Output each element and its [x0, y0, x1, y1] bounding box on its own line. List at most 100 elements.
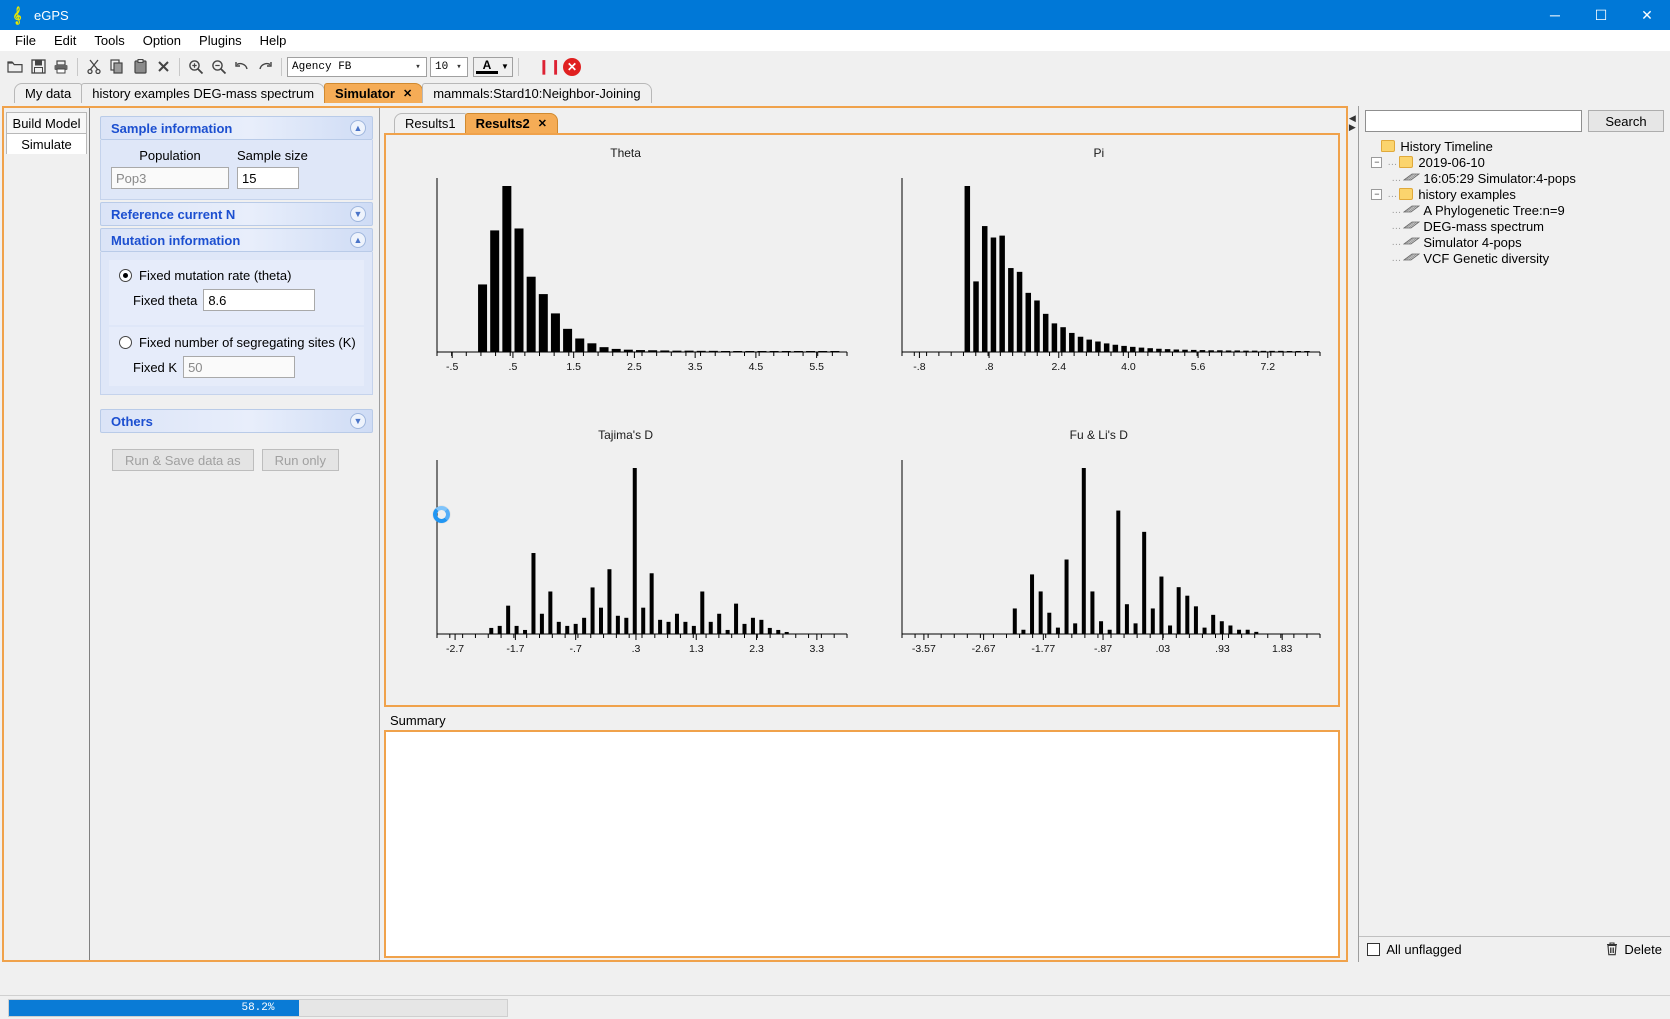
tree-label: 16:05:29 Simulator:4-pops: [1423, 170, 1576, 186]
chart-canvas-fu-li-d: -3.57 -2.67 -1.77 -.87 .03 .93 1.83: [901, 460, 1321, 655]
pause-button[interactable]: ❙❙: [538, 58, 561, 75]
run-only-button[interactable]: Run only: [261, 449, 339, 471]
section-header-sample-information[interactable]: Sample information ▲: [100, 116, 373, 140]
tree-label: A Phylogenetic Tree:n=9: [1423, 202, 1565, 218]
undo-icon[interactable]: [231, 56, 253, 78]
redo-icon[interactable]: [254, 56, 276, 78]
fixed-k-input[interactable]: 50: [183, 356, 296, 378]
menu-bar: File Edit Tools Option Plugins Help: [0, 30, 1670, 52]
collapse-toggle-icon[interactable]: −: [1371, 156, 1383, 168]
tab-simulator[interactable]: Simulator ✕: [324, 83, 424, 103]
font-color-button[interactable]: A ▼: [473, 56, 513, 77]
section-header-reference-current-n[interactable]: Reference current N ▼: [100, 202, 373, 226]
paste-icon[interactable]: [129, 56, 151, 78]
radio-icon[interactable]: [119, 269, 132, 282]
sidebar-item-simulate[interactable]: Simulate: [6, 133, 87, 154]
sample-size-input[interactable]: 15: [237, 167, 299, 189]
tree-label: DEG-mass spectrum: [1423, 218, 1545, 234]
tree-label: History Timeline: [1400, 138, 1493, 154]
tree-item-phylogenetic-tree[interactable]: … A Phylogenetic Tree:n=9: [1367, 202, 1670, 218]
cut-icon[interactable]: [83, 56, 105, 78]
tree-item-vcf-genetic-diversity[interactable]: … VCF Genetic diversity: [1367, 250, 1670, 266]
chevron-up-icon[interactable]: ▲: [350, 120, 366, 136]
population-input[interactable]: Pop3: [111, 167, 229, 189]
tab-mammals-stard10[interactable]: mammals:Stard10:Neighbor-Joining: [422, 83, 652, 103]
zoom-out-icon[interactable]: [208, 56, 230, 78]
folder-icon: [1399, 156, 1414, 168]
maximize-button[interactable]: ☐: [1578, 0, 1624, 30]
menu-help[interactable]: Help: [251, 31, 296, 50]
tree-group-date[interactable]: − … 2019-06-10: [1367, 154, 1670, 170]
zoom-in-icon[interactable]: [185, 56, 207, 78]
history-pane: Search History Timeline − … 2019-06-10 …: [1358, 106, 1670, 962]
chevron-down-icon[interactable]: ▼: [498, 62, 512, 71]
section-header-mutation-information[interactable]: Mutation information ▲: [100, 228, 373, 252]
close-button[interactable]: ✕: [1624, 0, 1670, 30]
svg-text:1.5: 1.5: [566, 361, 581, 373]
font-family-select[interactable]: Agency FB ▾: [287, 56, 427, 77]
tree-group-history-examples[interactable]: − … history examples: [1367, 186, 1670, 202]
sidebar-item-build-model[interactable]: Build Model: [6, 112, 87, 133]
chart-theta[interactable]: Theta -.5.5 1.5 2.5 3.5 4.5 5.5: [389, 138, 862, 420]
radio-fixed-segregating-sites[interactable]: Fixed number of segregating sites (K): [119, 335, 364, 350]
section-mutation-information: Mutation information ▲ Fixed mutation ra…: [100, 228, 373, 395]
minimize-button[interactable]: ─: [1532, 0, 1578, 30]
font-size-select[interactable]: 10 ▾: [430, 56, 468, 77]
tree-connector: …: [1391, 204, 1402, 216]
chart-pi[interactable]: Pi -.8.8 2.4 4.0 5.6 7.2: [862, 138, 1335, 420]
delete-label: Delete: [1624, 942, 1662, 957]
summary-textarea[interactable]: [384, 730, 1341, 958]
tab-label: Results1: [405, 116, 456, 131]
pane-splitter[interactable]: ◀ ▶: [1348, 106, 1357, 962]
tab-results2[interactable]: Results2 ✕: [464, 113, 558, 133]
tree-item-deg-mass-spectrum[interactable]: … DEG-mass spectrum: [1367, 218, 1670, 234]
menu-plugins[interactable]: Plugins: [190, 31, 251, 50]
all-unflagged-label: All unflagged: [1386, 942, 1462, 957]
svg-text:5.6: 5.6: [1191, 361, 1206, 373]
chevron-down-icon[interactable]: ▼: [350, 206, 366, 222]
delete-button[interactable]: Delete: [1605, 941, 1662, 959]
fixed-theta-input[interactable]: 8.6: [203, 289, 316, 311]
delete-icon[interactable]: [152, 56, 174, 78]
results-area: Results1 Results2 ✕ Theta -.5.5 1.5 2.5 3.5…: [380, 108, 1347, 960]
close-icon[interactable]: ✕: [538, 117, 547, 130]
stop-button[interactable]: ✕: [563, 57, 581, 76]
menu-tools[interactable]: Tools: [85, 31, 133, 50]
tab-my-data[interactable]: My data: [14, 83, 83, 103]
open-folder-icon[interactable]: [4, 56, 26, 78]
fixed-k-label: Fixed K: [133, 359, 178, 375]
svg-text:3.3: 3.3: [810, 643, 825, 655]
svg-text:.3: .3: [632, 643, 641, 655]
chevron-down-icon[interactable]: ▼: [350, 413, 366, 429]
menu-option[interactable]: Option: [134, 31, 190, 50]
svg-text:2.5: 2.5: [627, 361, 642, 373]
tree-connector: …: [1391, 252, 1402, 264]
save-icon[interactable]: [27, 56, 49, 78]
run-save-button[interactable]: Run & Save data as: [112, 449, 254, 471]
tree-item-simulator-4-pops[interactable]: … Simulator 4-pops: [1367, 234, 1670, 250]
search-button[interactable]: Search: [1588, 110, 1664, 132]
search-input[interactable]: [1365, 110, 1582, 132]
tree-connector: …: [1391, 172, 1402, 184]
section-header-others[interactable]: Others ▼: [100, 409, 373, 433]
copy-icon[interactable]: [106, 56, 128, 78]
tab-results1[interactable]: Results1: [394, 113, 467, 133]
tree-root[interactable]: History Timeline: [1367, 138, 1670, 154]
chart-fu-li-d[interactable]: Fu & Li's D -3.57 -2.67 -1.77 -.87.03.93 1.8…: [862, 420, 1335, 702]
tree-item-simulator-4pops-run[interactable]: … 16:05:29 Simulator:4-pops: [1367, 170, 1670, 186]
tab-history-examples[interactable]: history examples DEG-mass spectrum: [81, 83, 326, 103]
tree-connector: …: [1387, 156, 1398, 168]
all-unflagged-checkbox[interactable]: [1367, 943, 1381, 956]
menu-file[interactable]: File: [6, 31, 45, 50]
expand-right-icon[interactable]: ▶: [1349, 123, 1356, 132]
population-column: Population Pop3: [111, 148, 229, 189]
chevron-up-icon[interactable]: ▲: [350, 232, 366, 248]
collapse-toggle-icon[interactable]: −: [1371, 188, 1383, 200]
print-icon[interactable]: [50, 56, 72, 78]
close-icon[interactable]: ✕: [403, 87, 412, 100]
radio-fixed-mutation-rate[interactable]: Fixed mutation rate (theta): [119, 268, 364, 283]
radio-icon[interactable]: [119, 336, 132, 349]
menu-edit[interactable]: Edit: [45, 31, 85, 50]
font-color-glyph: A: [476, 59, 498, 74]
chart-tajimas-d[interactable]: Tajima's D -2.7 -1.7 -.7.3 1.3 2.3 3.3: [389, 420, 862, 702]
